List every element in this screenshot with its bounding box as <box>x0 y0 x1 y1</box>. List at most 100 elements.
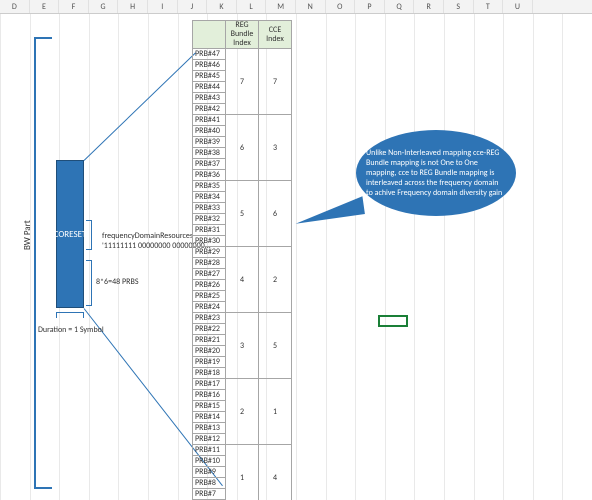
table-row: PRB#2942 <box>193 247 292 258</box>
prb-cell[interactable]: PRB#12 <box>193 434 226 445</box>
prb-cell[interactable]: PRB#36 <box>193 170 226 181</box>
col-header-L[interactable]: L <box>237 0 267 13</box>
prb-cell[interactable]: PRB#18 <box>193 368 226 379</box>
prb-cell[interactable]: PRB#46 <box>193 60 226 71</box>
prb-cell[interactable]: PRB#22 <box>193 324 226 335</box>
prb-cell[interactable]: PRB#24 <box>193 302 226 313</box>
col-header-G[interactable]: G <box>89 0 119 13</box>
prb-cell[interactable]: PRB#11 <box>193 445 226 456</box>
col-header-N[interactable]: N <box>296 0 326 13</box>
col-header-E[interactable]: E <box>30 0 60 13</box>
col-header-U[interactable]: U <box>503 0 533 13</box>
table-row: PRB#2335 <box>193 313 292 324</box>
prb-cell[interactable]: PRB#26 <box>193 280 226 291</box>
th-cce: CCE Index <box>259 21 292 49</box>
col-header-F[interactable]: F <box>59 0 89 13</box>
bwpart-brace-top <box>34 37 52 39</box>
freq-side-brace <box>86 220 92 250</box>
prb-cell[interactable]: PRB#37 <box>193 159 226 170</box>
prb-cell[interactable]: PRB#41 <box>193 115 226 126</box>
col-header-D[interactable]: D <box>0 0 30 13</box>
prb-cell[interactable]: PRB#45 <box>193 71 226 82</box>
col-header-T[interactable]: T <box>474 0 504 13</box>
prb-cell[interactable]: PRB#16 <box>193 390 226 401</box>
table-row: PRB#4777 <box>193 49 292 60</box>
col-header-I[interactable]: I <box>148 0 178 13</box>
cce-index-cell[interactable]: 1 <box>259 379 292 445</box>
col-header-K[interactable]: K <box>207 0 237 13</box>
reg-index-cell[interactable]: 3 <box>226 313 259 379</box>
prb-cell[interactable]: PRB#14 <box>193 412 226 423</box>
coreset-label: CORESET <box>54 229 87 240</box>
callout-text: Unlike Non-Interleaved mapping cce-REG B… <box>366 148 506 198</box>
coreset-box: CORESET <box>56 160 84 308</box>
prb-cell[interactable]: PRB#21 <box>193 335 226 346</box>
cce-index-cell[interactable]: 7 <box>259 49 292 115</box>
cce-index-cell[interactable]: 5 <box>259 313 292 379</box>
prb-cell[interactable]: PRB#38 <box>193 148 226 159</box>
prb-cell[interactable]: PRB#34 <box>193 192 226 203</box>
column-headers: DEFGHIJKLMNOPQRSTU <box>0 0 592 14</box>
prb-cell[interactable]: PRB#28 <box>193 258 226 269</box>
prb-cell[interactable]: PRB#40 <box>193 126 226 137</box>
prb-cell[interactable]: PRB#23 <box>193 313 226 324</box>
prb-cell[interactable]: PRB#33 <box>193 203 226 214</box>
prb-cell[interactable]: PRB#31 <box>193 225 226 236</box>
reg-index-cell[interactable]: 4 <box>226 247 259 313</box>
callout-bubble: Unlike Non-Interleaved mapping cce-REG B… <box>356 130 516 216</box>
prb-cell[interactable]: PRB#29 <box>193 247 226 258</box>
prb-cell[interactable]: PRB#27 <box>193 269 226 280</box>
prb-cell[interactable]: PRB#15 <box>193 401 226 412</box>
callout-tail <box>293 196 365 224</box>
col-header-R[interactable]: R <box>414 0 444 13</box>
bwpart-brace-bottom <box>34 487 52 489</box>
prb-cell[interactable]: PRB#39 <box>193 137 226 148</box>
table-row: PRB#4163 <box>193 115 292 126</box>
cce-index-cell[interactable]: 4 <box>259 445 292 500</box>
prb-cell[interactable]: PRB#43 <box>193 93 226 104</box>
table-row: PRB#3556 <box>193 181 292 192</box>
th-prb <box>193 21 226 49</box>
reg-index-cell[interactable]: 7 <box>226 49 259 115</box>
col-header-P[interactable]: P <box>355 0 385 13</box>
prb-cell[interactable]: PRB#42 <box>193 104 226 115</box>
prbs-side-brace <box>86 260 92 306</box>
prb-cell[interactable]: PRB#30 <box>193 236 226 247</box>
reg-index-cell[interactable]: 5 <box>226 181 259 247</box>
duration-label: Duration = 1 Symbol <box>38 326 104 336</box>
col-header-M[interactable]: M <box>266 0 296 13</box>
col-header-S[interactable]: S <box>444 0 474 13</box>
prbs-label: 8*6=48 PRBS <box>96 278 139 288</box>
th-reg: REG Bundle Index <box>226 21 259 49</box>
table-row: PRB#1721 <box>193 379 292 390</box>
prb-cell[interactable]: PRB#32 <box>193 214 226 225</box>
prb-cell[interactable]: PRB#8 <box>193 478 226 489</box>
selected-cell[interactable] <box>378 315 408 327</box>
table-row: PRB#1114 <box>193 445 292 456</box>
prb-cell[interactable]: PRB#44 <box>193 82 226 93</box>
reg-index-cell[interactable]: 1 <box>226 445 259 500</box>
col-header-Q[interactable]: Q <box>385 0 415 13</box>
cce-index-cell[interactable]: 6 <box>259 181 292 247</box>
cce-index-cell[interactable]: 2 <box>259 247 292 313</box>
bw-part-label: BW Part <box>22 220 33 250</box>
prb-cell[interactable]: PRB#35 <box>193 181 226 192</box>
col-header-O[interactable]: O <box>326 0 356 13</box>
reg-index-cell[interactable]: 6 <box>226 115 259 181</box>
spreadsheet-sheet: DEFGHIJKLMNOPQRSTU BW Part CORESET frequ… <box>0 0 592 500</box>
prb-cell[interactable]: PRB#19 <box>193 357 226 368</box>
col-header-H[interactable]: H <box>118 0 148 13</box>
col-header-J[interactable]: J <box>178 0 208 13</box>
prb-cell[interactable]: PRB#20 <box>193 346 226 357</box>
cce-index-cell[interactable]: 3 <box>259 115 292 181</box>
prb-cell[interactable]: PRB#25 <box>193 291 226 302</box>
reg-index-cell[interactable]: 2 <box>226 379 259 445</box>
bwpart-brace-line <box>34 37 36 487</box>
prb-cell[interactable]: PRB#17 <box>193 379 226 390</box>
prb-cell[interactable]: PRB#9 <box>193 467 226 478</box>
prb-cell[interactable]: PRB#7 <box>193 489 226 500</box>
prb-cell[interactable]: PRB#13 <box>193 423 226 434</box>
prb-cell[interactable]: PRB#47 <box>193 49 226 60</box>
prb-mapping-table: REG Bundle Index CCE Index PRB#4777PRB#4… <box>192 20 292 500</box>
prb-cell[interactable]: PRB#10 <box>193 456 226 467</box>
